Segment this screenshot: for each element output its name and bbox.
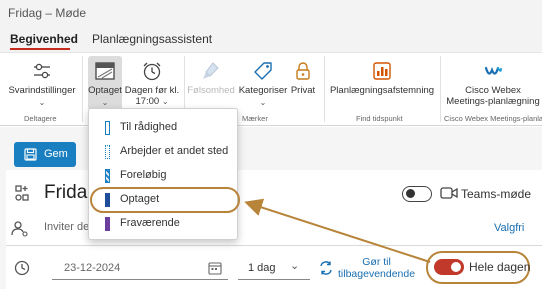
- lock-icon: [296, 62, 310, 80]
- status-free-swatch: [105, 121, 110, 135]
- window-title: Fridag – Møde: [8, 6, 87, 20]
- reminder-button[interactable]: Dagen før kl. 17:00 ⌄: [124, 60, 180, 107]
- teams-meeting-toggle[interactable]: [402, 186, 432, 202]
- show-as-option-out-of-office[interactable]: Fraværende: [90, 212, 236, 236]
- ribbon-separator: [324, 56, 325, 122]
- private-label: Privat: [290, 85, 316, 96]
- categorize-button[interactable]: Kategoriser ⌄: [236, 60, 290, 108]
- chevron-down-icon: ⌄: [38, 98, 46, 107]
- sensitivity-button[interactable]: Følsomhed: [186, 60, 236, 96]
- webex-label-line2: Meetings-planlægning: [446, 96, 540, 107]
- sensitivity-label: Følsomhed: [187, 85, 235, 96]
- status-working-elsewhere-swatch: [105, 145, 110, 159]
- show-as-option-free[interactable]: Til rådighed: [90, 116, 236, 140]
- webex-label-line1: Cisco Webex: [465, 85, 521, 96]
- chevron-down-icon: ⌄: [101, 98, 109, 107]
- group-label-webex: Cisco Webex Meetings-planlægning: [444, 114, 542, 123]
- reminder-label-line1: Dagen før kl.: [124, 85, 180, 96]
- group-label-find-time: Find tidspunkt: [356, 114, 403, 123]
- start-date-value: 23-12-2024: [64, 262, 121, 274]
- show-as-menu: Til rådighed Arbejder et andet sted Fore…: [88, 108, 238, 240]
- make-recurring-line2: tilbagevendende: [338, 268, 416, 280]
- people-add-icon: [11, 221, 28, 237]
- video-camera-icon: [440, 187, 458, 199]
- status-away-swatch: [105, 217, 110, 231]
- save-label: Gem: [44, 148, 68, 160]
- poll-chart-icon: [373, 62, 391, 80]
- option-label: Foreløbig: [120, 169, 167, 181]
- private-button[interactable]: Privat: [288, 60, 318, 96]
- show-as-option-working-elsewhere[interactable]: Arbejder et andet sted: [90, 140, 236, 164]
- tab-begivenhed[interactable]: Begivenhed: [10, 32, 78, 46]
- show-as-button[interactable]: Optaget ⌄: [86, 60, 124, 108]
- scheduling-poll-button[interactable]: Planlægningsafstemning: [328, 60, 436, 96]
- tag-icon: [254, 62, 272, 80]
- response-options-label: Svarindstillinger: [8, 85, 76, 96]
- all-day-toggle[interactable]: [434, 259, 464, 275]
- toggle-knob: [406, 189, 415, 198]
- busy-status-icon: [95, 62, 115, 80]
- status-tentative-swatch: [105, 169, 110, 183]
- ribbon-separator: [82, 56, 83, 122]
- calendar-icon[interactable]: [208, 261, 222, 275]
- alarm-clock-icon: [143, 62, 161, 81]
- teams-meeting-label: Teams-møde: [461, 187, 532, 201]
- title-bar: Fridag – Møde: [0, 0, 542, 26]
- webex-button[interactable]: Cisco Webex Meetings-planlægning: [444, 60, 542, 107]
- option-label: Arbejder et andet sted: [120, 145, 229, 157]
- recurrence-icon[interactable]: [318, 260, 334, 276]
- categorize-label: Kategoriser: [238, 85, 288, 96]
- chevron-down-icon: ⌄: [290, 260, 300, 272]
- toggle-knob: [451, 262, 461, 272]
- tab-planlaegningsassistent[interactable]: Planlægningsassistent: [92, 32, 212, 46]
- make-recurring-line1: Gør til: [362, 256, 391, 268]
- duration-value: 1 dag: [248, 262, 276, 274]
- option-label: Fraværende: [120, 217, 180, 229]
- ribbon-separator: [440, 56, 441, 122]
- save-button[interactable]: Gem: [14, 142, 76, 167]
- chevron-down-icon: ⌄: [259, 98, 267, 107]
- active-tab-indicator: [10, 48, 70, 50]
- tab-bar: Begivenhed Planlægningsassistent: [0, 26, 542, 52]
- invite-attendees-input[interactable]: Inviter de: [44, 221, 89, 233]
- optional-attendees-link[interactable]: Valgfri: [494, 222, 524, 234]
- paint-brush-icon: [203, 62, 219, 79]
- title-icon: [15, 185, 29, 201]
- show-as-option-tentative[interactable]: Foreløbig: [90, 164, 236, 188]
- reminder-label-line2: 17:00: [135, 96, 160, 107]
- response-options-button[interactable]: Svarindstillinger ⌄: [6, 60, 78, 108]
- option-label: Til rådighed: [120, 121, 178, 133]
- group-label-attendees: Deltagere: [24, 114, 57, 123]
- chevron-down-icon: ⌄: [161, 97, 169, 106]
- show-as-label: Optaget: [88, 85, 122, 96]
- webex-icon: [484, 66, 502, 75]
- selected-option-highlight: [90, 187, 240, 213]
- clock-icon: [14, 260, 30, 276]
- all-day-label: Hele dagen: [469, 260, 531, 274]
- sliders-icon: [34, 63, 50, 79]
- save-icon: [24, 148, 37, 161]
- make-recurring-link[interactable]: Gør til tilbagevendende: [338, 256, 415, 280]
- scheduling-poll-label: Planlægningsafstemning: [329, 85, 435, 96]
- group-label-tags: Mærker: [242, 114, 268, 123]
